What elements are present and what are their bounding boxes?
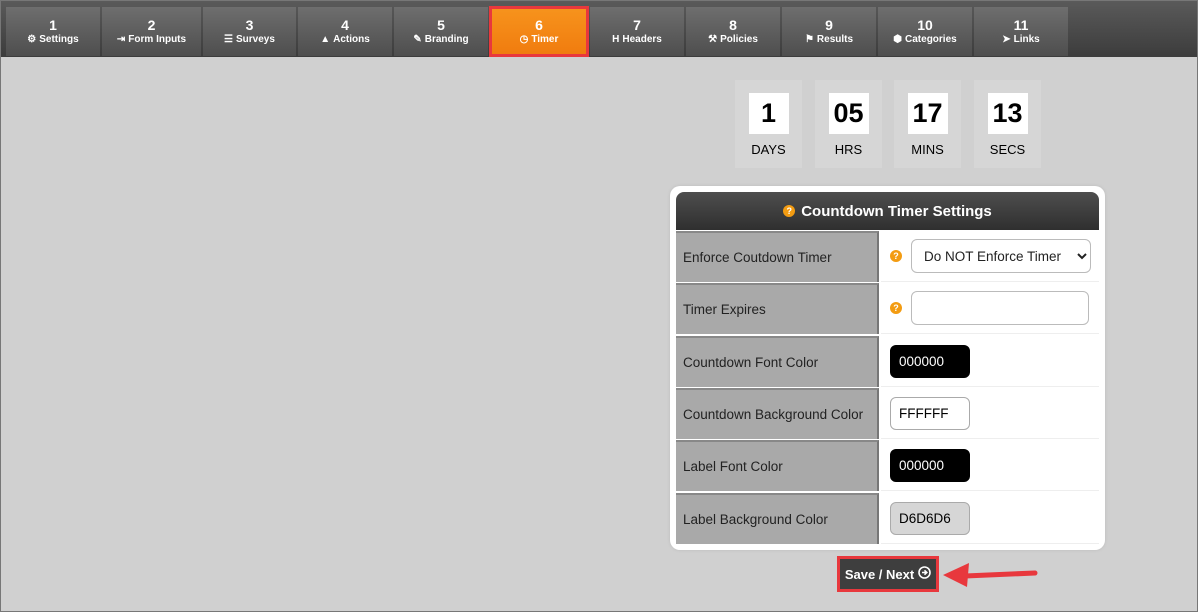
countdown-minutes: 17 MINS (894, 80, 961, 168)
row-timer-expires: Timer Expires ? (676, 282, 1099, 334)
label-font-color-field[interactable]: 000000 (890, 448, 970, 482)
clock-icon: ◷ (519, 33, 529, 45)
tab-number: 4 (341, 16, 349, 33)
countdown-bg-color-label: Countdown Background Color (676, 388, 879, 439)
panel-title: Countdown Timer Settings (801, 202, 992, 220)
label-bg-color-field[interactable]: D6D6D6 (890, 501, 970, 535)
gear-icon: ⚙ (27, 33, 37, 45)
arrow-circle-right-icon (918, 566, 931, 582)
tab-label: Categories (905, 33, 957, 45)
list-icon: ☰ (224, 33, 234, 45)
countdown-days: 1 DAYS (735, 80, 802, 168)
row-countdown-bg-color: Countdown Background Color FFFFFF (676, 387, 1099, 439)
brush-icon: ✎ (413, 33, 422, 45)
tab-label: Settings (39, 33, 79, 45)
enforce-timer-label: Enforce Coutdown Timer (676, 231, 879, 282)
countdown-days-value: 1 (748, 93, 789, 134)
tab-actions[interactable]: 4 ▲ Actions (298, 7, 392, 56)
tab-number: 2 (147, 16, 156, 33)
tab-list: 1 ⚙ Settings 2 ⇥ Form Inputs 3 ☰ Surveys 4 … (6, 6, 1070, 57)
tab-label: Branding (424, 33, 469, 45)
label-font-color-label: Label Font Color (676, 440, 879, 491)
tab-number: 10 (917, 16, 933, 33)
row-label-font-color: Label Font Color 000000 (676, 439, 1099, 491)
sign-in-icon: ⇥ (116, 33, 126, 45)
tab-number: 5 (437, 16, 445, 33)
countdown-hours-value: 05 (828, 93, 869, 134)
tab-links[interactable]: 11 ➤ Links (974, 7, 1068, 56)
tab-label: Surveys (236, 33, 275, 45)
tab-number: 7 (633, 16, 641, 33)
cubes-icon: ⬢ (893, 33, 903, 45)
row-label-bg-color: Label Background Color D6D6D6 (676, 492, 1099, 544)
app-frame: 1 ⚙ Settings 2 ⇥ Form Inputs 3 ☰ Surveys 4 … (0, 0, 1198, 612)
help-icon[interactable]: ? (783, 205, 796, 217)
save-next-button[interactable]: Save / Next (837, 556, 939, 592)
tab-timer[interactable]: 6 ◷ Timer (489, 6, 589, 57)
flag-icon: ⚑ (804, 33, 814, 45)
countdown-seconds: 13 SECS (974, 80, 1041, 168)
countdown-seconds-label: SECS (989, 142, 1026, 157)
countdown-minutes-value: 17 (907, 93, 948, 134)
header-icon: H (612, 33, 620, 45)
timer-settings-panel: ? Countdown Timer Settings Enforce Coutd… (670, 186, 1105, 550)
enforce-timer-select[interactable]: Do NOT Enforce Timer (911, 239, 1091, 273)
tab-results[interactable]: 9 ⚑ Results (782, 7, 876, 56)
tab-surveys[interactable]: 3 ☰ Surveys (203, 7, 296, 56)
label-bg-color-label: Label Background Color (676, 493, 879, 544)
user-icon: ▲ (320, 33, 331, 45)
countdown-font-color-label: Countdown Font Color (676, 336, 879, 387)
tab-label: Timer (531, 33, 559, 45)
gavel-icon: ⚒ (708, 33, 718, 45)
tab-label: Actions (333, 33, 370, 45)
countdown-seconds-value: 13 (987, 93, 1028, 134)
tab-categories[interactable]: 10 ⬢ Categories (878, 7, 972, 56)
tab-number: 3 (245, 16, 254, 33)
tab-label: Links (1013, 33, 1040, 45)
save-next-label: Save / Next (844, 566, 915, 582)
tab-number: 8 (729, 16, 737, 33)
tab-label: Headers (622, 33, 662, 45)
tab-label: Form Inputs (128, 33, 187, 45)
help-icon[interactable]: ? (890, 302, 902, 314)
pointer-icon: ➤ (1002, 33, 1011, 45)
tab-form-inputs[interactable]: 2 ⇥ Form Inputs (102, 7, 201, 56)
tab-settings[interactable]: 1 ⚙ Settings (6, 7, 100, 56)
tab-number: 9 (825, 16, 833, 33)
countdown-days-label: DAYS (751, 142, 786, 157)
countdown-hours-label: HRS (834, 142, 863, 157)
tab-label: Policies (720, 33, 758, 45)
countdown-hours: 05 HRS (815, 80, 882, 168)
row-enforce-timer: Enforce Coutdown Timer ? Do NOT Enforce … (676, 230, 1099, 282)
tab-number: 11 (1013, 16, 1029, 33)
tab-number: 6 (535, 16, 543, 33)
tab-policies[interactable]: 8 ⚒ Policies (686, 7, 780, 56)
wizard-tab-bar: 1 ⚙ Settings 2 ⇥ Form Inputs 3 ☰ Surveys 4 … (1, 1, 1197, 57)
help-icon[interactable]: ? (890, 250, 902, 262)
countdown-bg-color-field[interactable]: FFFFFF (890, 396, 970, 430)
timer-expires-input[interactable] (911, 291, 1089, 325)
countdown-minutes-label: MINS (911, 142, 944, 157)
countdown-font-color-field[interactable]: 000000 (890, 344, 970, 378)
tab-label: Results (816, 33, 854, 45)
annotation-arrow-icon (941, 562, 1041, 593)
panel-header: ? Countdown Timer Settings (676, 192, 1099, 230)
timer-expires-label: Timer Expires (676, 283, 879, 334)
tab-number: 1 (49, 16, 57, 33)
tab-headers[interactable]: 7 H Headers (590, 7, 684, 56)
tab-branding[interactable]: 5 ✎ Branding (394, 7, 488, 56)
row-countdown-font-color: Countdown Font Color 000000 (676, 335, 1099, 387)
